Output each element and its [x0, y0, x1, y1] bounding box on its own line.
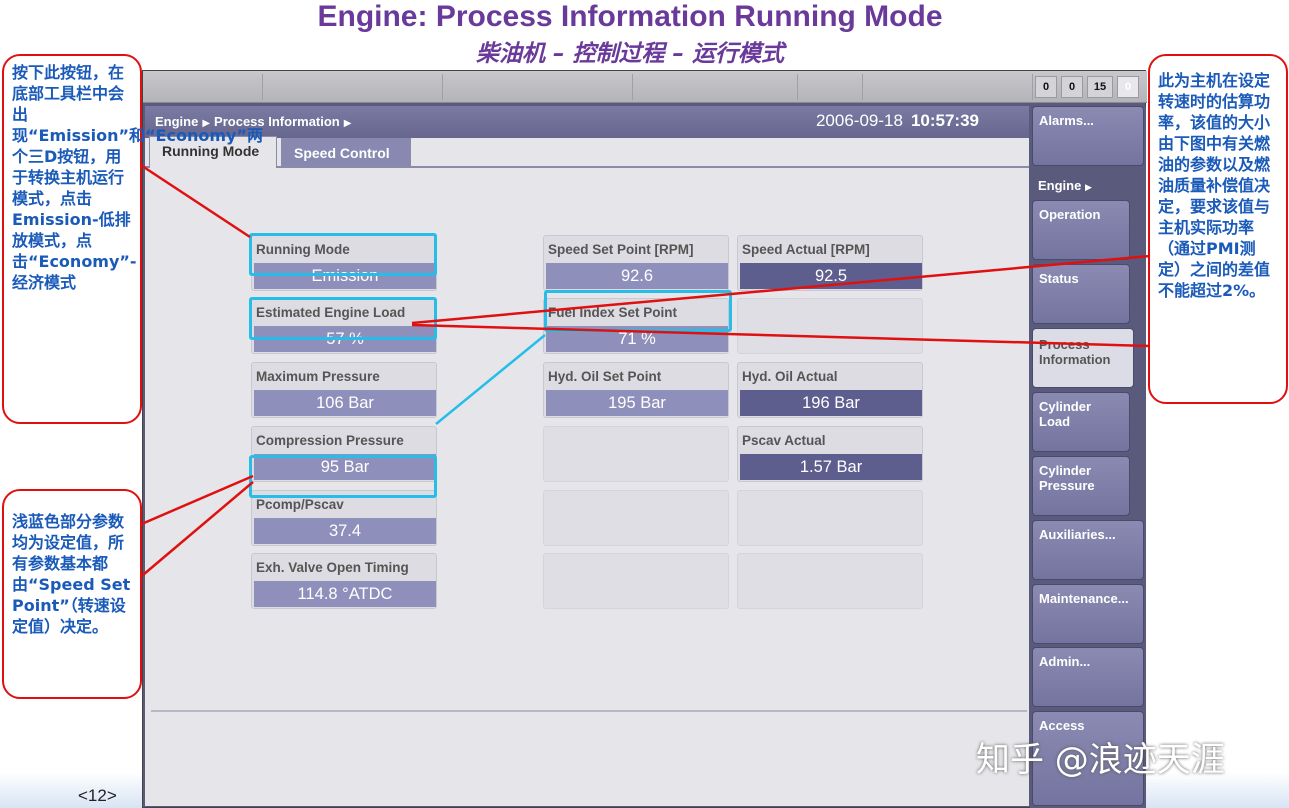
annotation-setpoints: 浅蓝色部分参数均为设定值，所有参数基本都由“Speed Set Point”（转…: [2, 489, 142, 699]
watermark: 知乎 @浪迹天涯: [976, 740, 1225, 780]
annotation-connectors: [129, 156, 1151, 581]
annotation-engine-load: 此为主机在设定转速时的估算功率，该值的大小由下图中有关燃油的参数以及燃油质量补偿…: [1148, 54, 1288, 404]
annotation-running-mode: 按下此按钮，在底部工具栏中会出现“Emission”和“Economy”两个三D…: [2, 54, 263, 424]
